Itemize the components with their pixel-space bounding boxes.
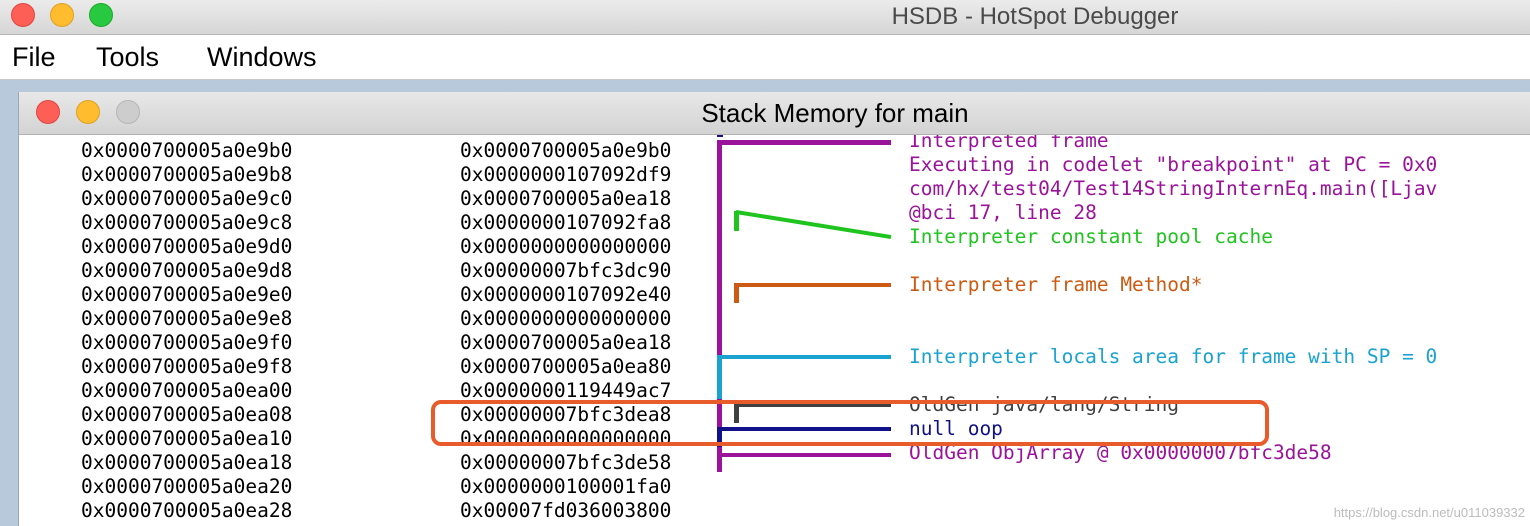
menu-bar: File Tools Windows — [0, 35, 1530, 80]
stack-address: 0x0000700005a0e9f8 — [81, 355, 293, 378]
stack-memory-content[interactable]: 0x0000700005a0e9b0 0x0000700005a0e9b0 0x… — [19, 135, 1530, 526]
stack-address: 0x0000700005a0e9b8 — [81, 163, 293, 186]
stack-value: 0x0000000107092df9 — [460, 163, 672, 186]
stack-value: 0x0000700005a0ea18 — [460, 187, 672, 210]
annotation-bci: @bci 17, line 28 — [909, 201, 1097, 224]
stack-address: 0x0000700005a0ea10 — [81, 427, 293, 450]
stack-value: 0x0000000100001fa0 — [460, 475, 672, 498]
stack-value: 0x0000000000000000 — [460, 307, 672, 330]
highlight-box — [431, 400, 1269, 446]
stack-value: 0x0000700005a0e9b0 — [460, 139, 672, 162]
menu-windows[interactable]: Windows — [207, 42, 317, 73]
stack-value: 0x0000000107092fa8 — [460, 211, 672, 234]
annotation-frame-method: Interpreter frame Method* — [909, 273, 1203, 296]
stack-value: 0x0000700005a0ea18 — [460, 331, 672, 354]
watermark: https://blog.csdn.net/u011039332 — [1333, 505, 1525, 520]
stack-memory-window: Stack Memory for main 0x0000700005a0e9b0… — [18, 92, 1530, 526]
stack-value: 0x0000000107092e40 — [460, 283, 672, 306]
annotation-interpreted-frame: Interpreted frame — [909, 135, 1109, 152]
stack-address: 0x0000700005a0e9d0 — [81, 235, 293, 258]
locals-area-bracket — [717, 355, 722, 399]
stack-address: 0x0000700005a0e9e8 — [81, 307, 293, 330]
stack-address: 0x0000700005a0e9c0 — [81, 187, 293, 210]
window-title: Stack Memory for main — [701, 98, 969, 128]
frame-top-marker — [717, 135, 723, 137]
stack-address: 0x0000700005a0e9d8 — [81, 259, 293, 282]
menu-file[interactable]: File — [12, 42, 56, 73]
stack-address: 0x0000700005a0ea28 — [81, 499, 293, 522]
stack-address: 0x0000700005a0ea20 — [81, 475, 293, 498]
stack-value: 0x00000007bfc3de58 — [460, 451, 672, 474]
stack-address: 0x0000700005a0ea00 — [81, 379, 293, 402]
app-titlebar: HSDB - HotSpot Debugger — [0, 0, 1530, 35]
locals-area-connector — [717, 355, 891, 359]
menu-tools[interactable]: Tools — [96, 42, 159, 73]
constant-pool-connector — [735, 210, 892, 239]
annotation-locals-area: Interpreter locals area for frame with S… — [909, 345, 1438, 368]
objarray-connector — [717, 453, 891, 457]
stack-address: 0x0000700005a0e9f0 — [81, 331, 293, 354]
stack-memory-titlebar: Stack Memory for main — [19, 92, 1530, 135]
frame-method-connector — [734, 283, 891, 287]
stack-address: 0x0000700005a0e9e0 — [81, 283, 293, 306]
annotation-method-name: com/hx/test04/Test14StringInternEq.main(… — [909, 177, 1438, 200]
stack-address: 0x0000700005a0e9b0 — [81, 139, 293, 162]
app-title: HSDB - HotSpot Debugger — [891, 3, 1179, 30]
stack-value: 0x0000000000000000 — [460, 235, 672, 258]
stack-value: 0x00007fd036003800 — [460, 499, 672, 522]
annotation-codelet: Executing in codelet "breakpoint" at PC … — [909, 153, 1438, 176]
stack-value: 0x00000007bfc3dc90 — [460, 259, 672, 282]
stack-address: 0x0000700005a0ea18 — [81, 451, 293, 474]
stack-address: 0x0000700005a0ea08 — [81, 403, 293, 426]
stack-value: 0x0000700005a0ea80 — [460, 355, 672, 378]
stack-address: 0x0000700005a0e9c8 — [81, 211, 293, 234]
annotation-constant-pool-cache: Interpreter constant pool cache — [909, 225, 1273, 248]
interpreted-frame-bracket-top — [717, 140, 891, 145]
